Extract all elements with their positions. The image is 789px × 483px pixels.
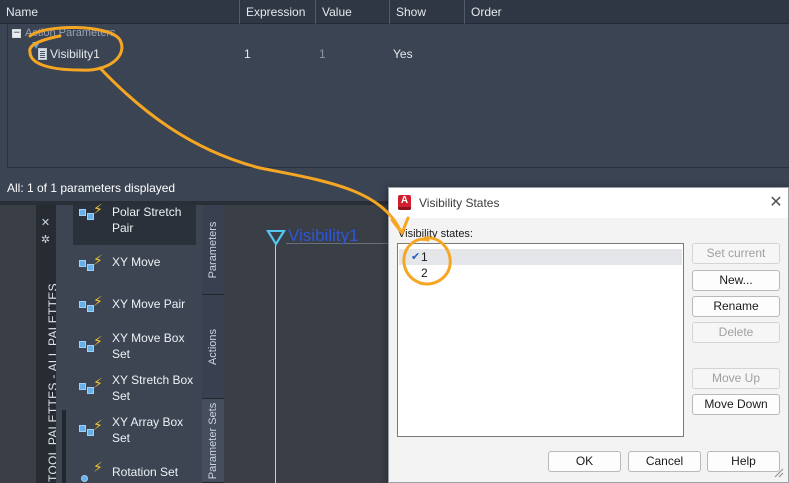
dialog-title: Visibility States (419, 196, 500, 210)
palette-scrollbar[interactable] (62, 410, 66, 483)
palette-tabs: Parameters Actions Parameter Sets (202, 205, 224, 483)
visibility-parameter-leader (275, 245, 276, 483)
visibility-states-list[interactable]: ✔ 1 2 (397, 243, 684, 437)
tool-label: Rotation Set (112, 465, 179, 479)
palette-tool-list[interactable]: ⚡ Polar Stretch Pair ⚡ XY Move ⚡ XY Move… (56, 203, 202, 483)
checkmark-icon: ✔ (411, 250, 421, 263)
column-name[interactable]: Name (0, 0, 240, 24)
list-item[interactable]: 2 (399, 265, 682, 281)
tab-parameters[interactable]: Parameters (202, 205, 224, 295)
column-order[interactable]: Order (465, 0, 789, 24)
group-label: Action Parameters (25, 27, 116, 39)
tool-label: XY Stretch Box Set (112, 373, 194, 403)
parameter-list[interactable]: − Action Parameters Visibility1 1 1 Yes (7, 24, 789, 168)
properties-icon[interactable]: ✲ (40, 234, 51, 245)
document-icon (38, 48, 47, 60)
parameter-name[interactable]: Visibility1 (50, 44, 100, 64)
ok-button[interactable]: OK (548, 451, 621, 472)
parameter-expression[interactable]: 1 (244, 44, 251, 64)
polar-stretch-pair-icon: ⚡ (75, 203, 107, 231)
column-value[interactable]: Value (316, 0, 390, 24)
tool-label: Polar Stretch Pair (112, 205, 182, 235)
parameter-value: 1 (319, 47, 326, 61)
tab-parameter-sets[interactable]: Parameter Sets (202, 399, 224, 483)
state-name: 2 (421, 266, 428, 280)
close-icon[interactable]: ✕ (767, 192, 785, 212)
tab-actions[interactable]: Actions (202, 295, 224, 399)
tool-polar-stretch-pair[interactable]: ⚡ Polar Stretch Pair (73, 203, 196, 245)
tool-rotation-set[interactable]: ⚡ Rotation Set (73, 455, 196, 483)
parameters-manager: Name Expression Value Show Order − Action… (0, 0, 789, 201)
visibility-grip-hole (270, 232, 282, 242)
xy-move-pair-icon: ⚡ (75, 295, 107, 323)
column-expression[interactable]: Expression (240, 0, 316, 24)
visibility-parameter-label[interactable]: Visibility1 (288, 226, 359, 246)
move-up-button[interactable]: Move Up (692, 368, 780, 389)
group-action-parameters[interactable]: − Action Parameters (12, 26, 115, 40)
state-name: 1 (421, 250, 428, 264)
xy-stretch-box-set-icon: ⚡ (75, 377, 107, 405)
parameter-show[interactable]: Yes (393, 44, 413, 64)
xy-move-icon: ⚡ (75, 254, 107, 282)
autocad-app-icon: A (398, 195, 411, 210)
parameter-count-status: All: 1 of 1 parameters displayed (7, 181, 176, 195)
dialog-title-bar[interactable]: A Visibility States ✕ (389, 188, 788, 218)
tool-label: XY Move Pair (112, 297, 186, 311)
resize-grip-icon[interactable] (774, 468, 784, 478)
pin-icon[interactable]: ✕ (40, 217, 51, 228)
tool-label: XY Move (112, 255, 161, 269)
visibility-states-label: Visibility states: (398, 228, 473, 240)
xy-move-box-set-icon: ⚡ (75, 335, 107, 363)
delete-button[interactable]: Delete (692, 322, 780, 343)
rotation-set-icon: ⚡ (75, 461, 107, 483)
tool-label: XY Array Box Set (112, 415, 184, 445)
tool-label: XY Move Box Set (112, 331, 185, 361)
xy-array-box-set-icon: ⚡ (75, 419, 107, 447)
tool-xy-move[interactable]: ⚡ XY Move (73, 248, 196, 288)
parameter-table-header: Name Expression Value Show Order (0, 0, 789, 24)
column-show[interactable]: Show (390, 0, 465, 24)
help-button[interactable]: Help (707, 451, 780, 472)
tool-xy-move-pair[interactable]: ⚡ XY Move Pair (73, 289, 196, 329)
visibility-states-dialog: A Visibility States ✕ Visibility states:… (388, 187, 789, 483)
palette-left-margin (0, 205, 36, 483)
tool-xy-move-box-set[interactable]: ⚡ XY Move Box Set (73, 329, 196, 369)
cancel-button[interactable]: Cancel (628, 451, 701, 472)
parameter-row[interactable]: Visibility1 1 1 Yes (8, 42, 789, 64)
move-down-button[interactable]: Move Down (692, 394, 780, 415)
tool-xy-array-box-set[interactable]: ⚡ XY Array Box Set (73, 413, 196, 453)
set-current-button[interactable]: Set current (692, 243, 780, 264)
tool-xy-stretch-box-set[interactable]: ⚡ XY Stretch Box Set (73, 371, 196, 411)
list-item[interactable]: ✔ 1 (399, 249, 682, 265)
collapse-toggle-icon[interactable]: − (12, 28, 21, 38)
rename-button[interactable]: Rename (692, 296, 780, 317)
new-button[interactable]: New... (692, 270, 780, 291)
